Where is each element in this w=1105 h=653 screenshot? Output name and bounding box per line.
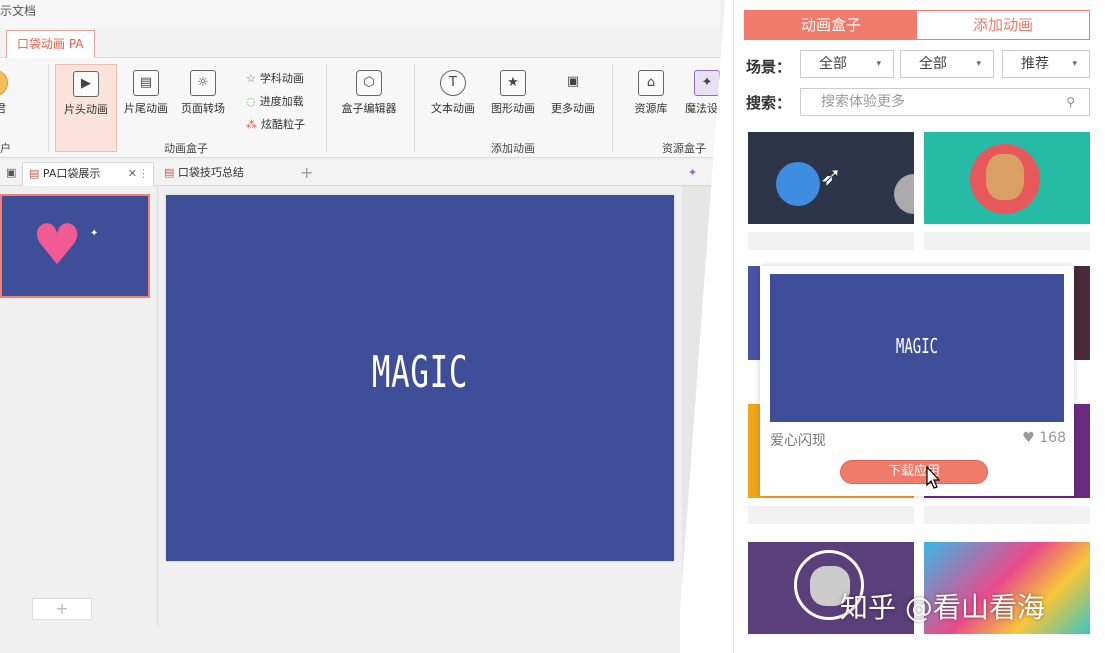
animation-preview-popup: MAGIC 爱心闪现 ♥ 168 下载应用	[760, 266, 1074, 496]
avatar	[0, 70, 8, 96]
group-label-account: 户	[0, 142, 11, 155]
chevron-down-icon: ▾	[976, 59, 981, 69]
tab-pocket-animation[interactable]: 口袋动画 PA	[6, 30, 95, 58]
window-title-bar: 示文档	[0, 0, 720, 28]
likes-count: ♥ 168	[1022, 430, 1066, 446]
shape-animation-button[interactable]: ★ 图形动画	[482, 64, 544, 152]
heart-icon: ♥	[32, 213, 83, 278]
tab-add-animation[interactable]: 添加动画	[917, 11, 1089, 39]
page-transition-label: 页面转场	[181, 102, 225, 115]
window-title: 示文档	[0, 4, 37, 18]
magic-wand-icon: ✦	[694, 70, 720, 96]
text-icon: T	[440, 70, 466, 96]
account-label: 袋君	[0, 102, 6, 115]
subject-animation-button[interactable]: ☆ 学科动画	[246, 70, 304, 86]
group-label-anim-box: 动画盒子	[164, 142, 208, 155]
animation-card-deer[interactable]	[924, 132, 1090, 224]
outro-animation-label: 片尾动画	[124, 102, 168, 115]
text-animation-button[interactable]: T 文本动画	[422, 64, 484, 152]
deer-icon	[986, 154, 1024, 200]
more-animation-button[interactable]: ▣ 更多动画	[542, 64, 604, 152]
magic-wand-icon[interactable]: ✦	[682, 162, 703, 186]
library-icon: ⌂	[638, 70, 664, 96]
animation-name: 爱心闪现	[770, 433, 826, 449]
scene-label: 场景：	[746, 58, 792, 76]
scene-filter-3[interactable]: 推荐 ▾	[1002, 50, 1090, 78]
heart-icon: ♥	[1022, 430, 1040, 446]
lightbulb-icon: ☼	[190, 70, 216, 96]
account-button[interactable]: 袋君	[0, 64, 20, 152]
ppt-file-icon: ▤	[164, 166, 178, 179]
add-slide-button[interactable]: +	[32, 598, 92, 620]
close-icon[interactable]: ✕	[128, 163, 137, 185]
page-transition-button[interactable]: ☼ 页面转场	[172, 64, 234, 152]
ribbon-tab-row: 口袋动画 PA	[0, 28, 720, 58]
moon-icon	[894, 174, 914, 214]
more-animation-label: 更多动画	[551, 102, 595, 115]
resource-library-label: 资源库	[634, 102, 668, 115]
tab-animation-box[interactable]: 动画盒子	[745, 11, 917, 39]
slide-title-text[interactable]: MAGIC	[242, 347, 598, 398]
scene-filter-2[interactable]: 全部 ▾	[900, 50, 994, 78]
popup-preview[interactable]: MAGIC	[770, 274, 1064, 422]
star-icon: ☆	[246, 72, 256, 85]
chevron-down-icon: ▾	[876, 59, 881, 69]
shape-animation-label: 图形动画	[491, 102, 535, 115]
scene-filter-1[interactable]: 全部 ▾	[800, 50, 894, 78]
resource-library-button[interactable]: ⌂ 资源库	[620, 64, 682, 152]
search-icon: ⚲	[1066, 95, 1075, 109]
grid-icon: ▣	[566, 74, 580, 89]
save-icon[interactable]: ▣	[0, 162, 22, 186]
intro-animation-button[interactable]: ▶ 片头动画	[55, 64, 117, 152]
watermark: 知乎 @看山看海	[840, 591, 1045, 624]
clapperboard-icon: ▤	[133, 70, 159, 96]
intro-animation-label: 片头动画	[64, 103, 108, 116]
slide-canvas[interactable]: MAGIC	[166, 195, 674, 561]
spinner-icon: ◌	[246, 95, 256, 108]
tab-pa-pocket-show[interactable]: ▤ PA口袋展示 ✕ ⋮	[22, 162, 154, 186]
ppt-file-icon: ▤	[29, 167, 43, 180]
outro-animation-button[interactable]: ▤ 片尾动画	[115, 64, 177, 152]
panel-tabs: 动画盒子 添加动画	[744, 10, 1090, 40]
cool-particles-button[interactable]: ⁂ 炫酷粒子	[246, 116, 305, 132]
progress-load-button[interactable]: ◌ 进度加载	[246, 93, 304, 109]
slide-thumbnails: ♥ ✦ +	[0, 186, 158, 626]
planet-icon	[776, 162, 820, 206]
mouse-cursor-icon	[926, 466, 940, 489]
group-label-add-anim: 添加动画	[491, 142, 535, 155]
particles-icon: ⁂	[246, 118, 257, 131]
tab-pocket-tips[interactable]: ▤ 口袋技巧总结	[158, 162, 250, 186]
document-tabs: ▣ ▤ PA口袋展示 ✕ ⋮ ▤ 口袋技巧总结 + ✦ ▼	[0, 160, 730, 186]
text-animation-label: 文本动画	[431, 102, 475, 115]
chevron-down-icon: ▾	[1072, 59, 1077, 69]
shape-star-icon: ★	[500, 70, 526, 96]
group-label-resource-box: 资源盒子	[662, 142, 706, 155]
film-play-icon: ▶	[73, 71, 99, 97]
download-apply-button[interactable]: 下载应用	[840, 460, 988, 484]
box-editor-label: 盒子编辑器	[341, 102, 397, 115]
box-icon: ⬡	[356, 70, 382, 96]
search-label: 搜索：	[746, 94, 792, 112]
box-editor-button[interactable]: ⬡ 盒子编辑器	[338, 64, 400, 152]
animation-card-rocket[interactable]: ➶	[748, 132, 914, 224]
search-input[interactable]: 搜索体验更多 ⚲	[800, 88, 1090, 116]
slide-thumbnail-1[interactable]: ♥ ✦	[0, 194, 150, 298]
rocket-icon: ➶	[820, 162, 842, 192]
plus-icon[interactable]: +	[294, 162, 319, 186]
popup-preview-text: MAGIC	[895, 334, 939, 358]
more-icon[interactable]: ⋮	[138, 163, 149, 185]
sparkle-icon: ✦	[90, 228, 99, 239]
ribbon: 袋君 户 ▶ 片头动画 ▤ 片尾动画 ☼ 页面转场 ☆学科动画 ◌进度加载 ⁂炫…	[0, 58, 730, 158]
